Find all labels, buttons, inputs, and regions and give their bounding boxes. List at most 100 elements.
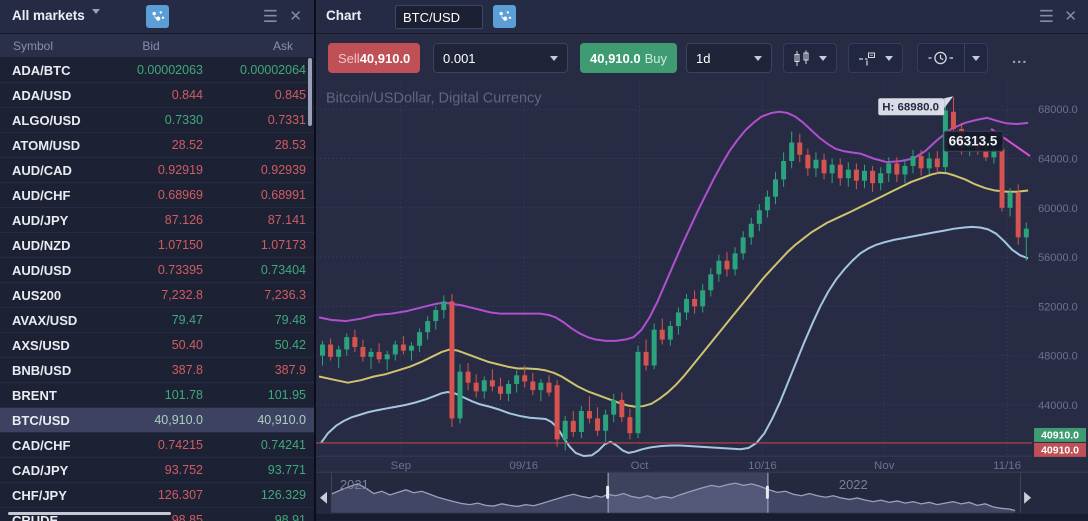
candle-body — [409, 346, 414, 351]
market-row[interactable]: AVAX/USD 79.47 79.48 — [0, 308, 314, 333]
ask-cell: 28.53 — [206, 138, 314, 152]
candle-body — [911, 156, 916, 166]
horizontal-scrollbar[interactable] — [8, 512, 171, 515]
markets-panel-header: All markets ☰ ✕ — [0, 0, 314, 34]
selection-right-handle[interactable] — [766, 486, 769, 499]
candle-body — [1016, 193, 1021, 237]
caret-down-icon — [550, 56, 558, 65]
candle-body — [360, 347, 365, 357]
candle-body — [466, 372, 471, 383]
market-row[interactable]: CHF/JPY 126.307 126.329 — [0, 483, 314, 508]
candle-body — [587, 411, 592, 418]
market-row[interactable]: AUS200 7,232.8 7,236.3 — [0, 283, 314, 308]
market-row[interactable]: AUD/JPY 87.126 87.141 — [0, 208, 314, 233]
selection-left-handle[interactable] — [606, 486, 609, 499]
symbol-cell: BRENT — [0, 388, 96, 403]
symbol-cell: CAD/CHF — [0, 438, 96, 453]
candle-body — [919, 156, 924, 168]
timeframe-select[interactable]: 1d — [686, 43, 772, 73]
y-axis-label: 48000.0 — [1038, 351, 1078, 363]
ask-cell: 79.48 — [206, 313, 314, 327]
candle-body — [458, 372, 463, 419]
candle-body — [797, 143, 802, 155]
symbol-cell: AXS/USD — [0, 338, 96, 353]
candle-body — [708, 274, 713, 290]
trading-app: All markets ☰ ✕ Symbol Bid Ask ADA/BTC 0… — [0, 0, 1088, 521]
market-row[interactable]: AUD/CHF 0.68969 0.68991 — [0, 183, 314, 208]
quantity-select[interactable]: 0.001 — [433, 43, 568, 73]
market-row[interactable]: BRENT 101.78 101.95 — [0, 383, 314, 408]
buy-button[interactable]: 40,910.0 Buy — [580, 43, 677, 73]
close-icon[interactable]: ✕ — [289, 7, 302, 27]
x-axis-label: 09/16 — [509, 460, 538, 472]
candle-body — [320, 345, 325, 356]
sessions-button[interactable] — [917, 43, 988, 73]
close-icon[interactable]: ✕ — [1064, 7, 1077, 27]
market-row[interactable]: ADA/BTC 0.00002063 0.00002064 — [0, 58, 314, 83]
candle-body — [927, 159, 932, 169]
market-row[interactable]: AUD/CAD 0.92919 0.92939 — [0, 158, 314, 183]
candle-body — [870, 171, 875, 183]
sell-button[interactable]: Sell 40,910.0 — [328, 43, 420, 73]
more-options-button[interactable]: ... — [1012, 50, 1028, 67]
candle-body — [522, 375, 527, 381]
candle-body — [724, 261, 729, 270]
symbol-cell: AUS200 — [0, 288, 96, 303]
market-row[interactable]: AXS/USD 50.40 50.42 — [0, 333, 314, 358]
candle-body — [474, 383, 479, 392]
candle-body — [822, 160, 827, 174]
market-row[interactable]: BNB/USD 387.8 387.9 — [0, 358, 314, 383]
symbol-input[interactable] — [395, 5, 483, 29]
ask-price-badge-label: 40910.0 — [1041, 430, 1079, 441]
market-row[interactable]: AUD/USD 0.73395 0.73404 — [0, 258, 314, 283]
caret-down-icon — [972, 56, 980, 65]
candle-body — [449, 301, 454, 418]
quantity-value: 0.001 — [443, 51, 476, 66]
timeframe-value: 1d — [696, 51, 710, 66]
candle-body — [813, 160, 818, 169]
candle-body — [838, 165, 843, 179]
market-row[interactable]: AUD/NZD 1.07150 1.07173 — [0, 233, 314, 258]
candle-body — [878, 173, 883, 183]
candle-body — [765, 197, 770, 211]
column-ask: Ask — [206, 39, 314, 53]
menu-icon[interactable]: ☰ — [263, 7, 278, 27]
navigator-selection[interactable] — [608, 473, 768, 513]
market-row[interactable]: ADA/USD 0.844 0.845 — [0, 83, 314, 108]
caret-down-icon — [754, 56, 762, 65]
column-symbol: Symbol — [0, 39, 96, 53]
price-chart[interactable]: 68000.064000.060000.056000.052000.048000… — [316, 82, 1088, 521]
candle-body — [563, 421, 568, 439]
candle-body — [652, 330, 657, 366]
chart-type-button[interactable] — [783, 43, 837, 73]
candle-body — [530, 381, 535, 390]
link-group-button[interactable] — [493, 5, 516, 28]
symbol-cell: CHF/JPY — [0, 488, 96, 503]
ask-cell: 101.95 — [206, 388, 314, 402]
vertical-scrollbar[interactable] — [308, 58, 312, 126]
candle-body — [490, 380, 495, 386]
link-group-button[interactable] — [146, 5, 169, 28]
market-row[interactable]: ATOM/USD 28.52 28.53 — [0, 133, 314, 158]
candle-body — [377, 352, 382, 359]
ask-cell: 93.771 — [206, 463, 314, 477]
caret-down-icon — [885, 56, 893, 65]
candle-body — [684, 299, 689, 313]
annotation-price-label: 66313.5 — [949, 134, 998, 149]
candle-body — [547, 383, 552, 393]
bid-cell: 126.307 — [96, 488, 206, 502]
menu-icon[interactable]: ☰ — [1039, 7, 1054, 27]
ask-cell: 0.73404 — [206, 263, 314, 277]
link-group-icon — [497, 9, 512, 24]
market-row[interactable]: CAD/CHF 0.74215 0.74241 — [0, 433, 314, 458]
market-row[interactable]: ALGO/USD 0.7330 0.7331 — [0, 108, 314, 133]
caret-down-icon — [819, 56, 827, 65]
market-row[interactable]: BTC/USD 40,910.0 40,910.0 — [0, 408, 314, 433]
markets-title-dropdown[interactable]: All markets — [12, 8, 100, 23]
candle-body — [716, 261, 721, 275]
price-lines-button[interactable] — [848, 43, 903, 73]
market-row[interactable]: CAD/JPY 93.752 93.771 — [0, 458, 314, 483]
table-column-header: Symbol Bid Ask — [0, 34, 314, 57]
symbol-cell: AUD/USD — [0, 263, 96, 278]
candle-body — [805, 155, 810, 169]
